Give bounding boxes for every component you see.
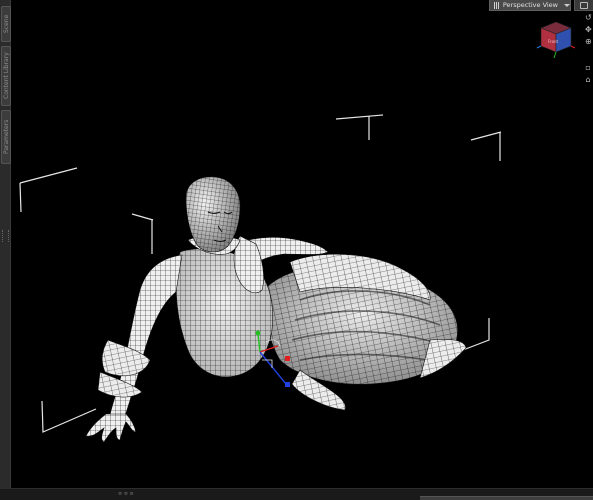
rotate-camera-icon[interactable]: ↺ [585, 12, 592, 24]
zoom-camera-icon[interactable]: ⊕ [585, 36, 592, 48]
side-tab-parameters-label: Parameters [3, 119, 10, 155]
pane-resize-grip[interactable] [2, 230, 9, 242]
chevron-down-icon [564, 3, 570, 7]
side-tab-scene[interactable]: Scene [1, 6, 11, 42]
view-cube: Front [536, 21, 576, 59]
view-selector[interactable]: Perspective View [489, 0, 571, 11]
viewport-camera-controls: ↺ ✥ ⊕ ▫ ⌂ [585, 12, 593, 86]
side-tab-scene-label: Scene [3, 14, 10, 34]
view-cube-face-label: Front [548, 39, 559, 44]
frame-camera-icon[interactable]: ▫ [585, 62, 591, 74]
app-window: Scene Content Library Parameters Front P… [0, 0, 593, 500]
viewport-canvas[interactable]: Front [11, 0, 593, 488]
skirt-mesh [265, 254, 467, 411]
side-tab-parameters[interactable]: Parameters [1, 110, 11, 164]
side-tab-content-library[interactable]: Content Library [1, 46, 11, 106]
3d-viewport[interactable]: Front Perspective View ↺ ✥ ⊕ ▫ ⌂ [11, 0, 593, 488]
side-tab-content-library-label: Content Library [3, 52, 10, 100]
reset-camera-icon[interactable]: ⌂ [585, 74, 591, 86]
pan-camera-icon[interactable]: ✥ [585, 24, 592, 36]
left-side-pane: Scene Content Library Parameters [0, 0, 11, 500]
viewport-options-button[interactable] [574, 0, 593, 11]
timeline-scrollbar[interactable] [420, 496, 593, 500]
status-grip-label: ≡ ≡ ≡ [118, 491, 134, 497]
status-bar: ≡ ≡ ≡ [0, 488, 593, 500]
view-label: Perspective View [502, 1, 558, 9]
left-arm-mesh [85, 254, 183, 443]
viewport-menu-icon[interactable] [494, 1, 500, 9]
